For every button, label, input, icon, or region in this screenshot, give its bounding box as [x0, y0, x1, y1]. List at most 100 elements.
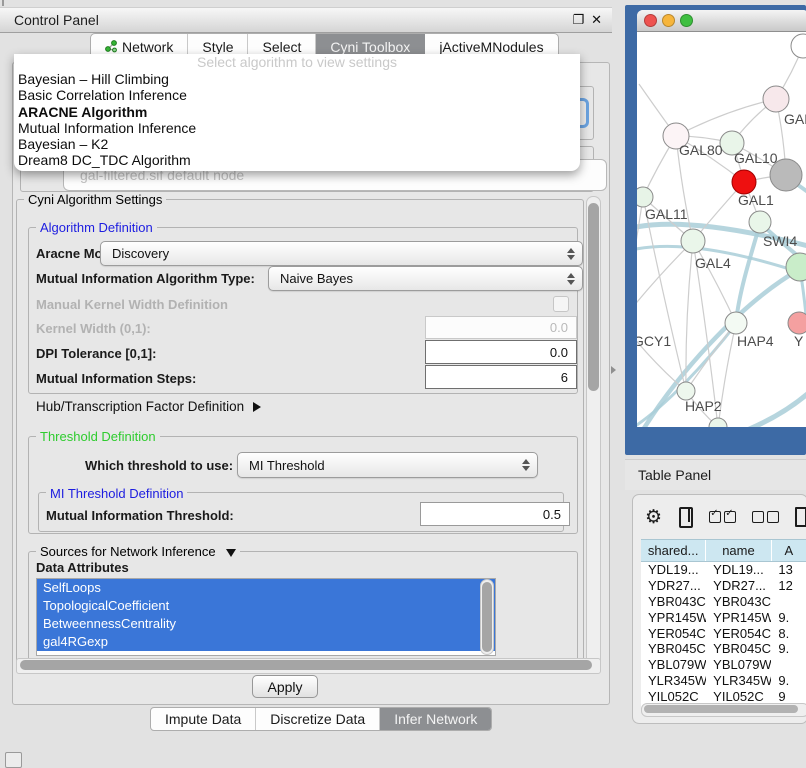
select-all-icon[interactable]: [709, 511, 736, 523]
dropdown-item-bayesian-k2[interactable]: Bayesian – K2: [14, 136, 580, 152]
column-header-name[interactable]: name: [706, 540, 771, 561]
columns-icon[interactable]: [679, 507, 693, 528]
network-node-gal4[interactable]: [681, 229, 705, 253]
column-header-a[interactable]: A: [772, 540, 806, 561]
sources-title[interactable]: Sources for Network Inference: [36, 544, 240, 559]
network-node-gal11[interactable]: [637, 187, 653, 207]
table-cell: YBL079W: [641, 657, 706, 672]
which-threshold-label: Which threshold to use:: [85, 458, 233, 473]
tab-label: Select: [262, 39, 301, 55]
mi-algorithm-type-label: Mutual Information Algorithm Type:: [36, 271, 255, 286]
manual-kernel-label: Manual Kernel Width Definition: [36, 297, 228, 312]
float-icon[interactable]: ❐: [572, 12, 584, 28]
scrollbar-thumb[interactable]: [20, 660, 592, 670]
dpi-tolerance-field[interactable]: 0.0: [425, 340, 577, 364]
network-node[interactable]: [791, 34, 806, 58]
mi-threshold-label: Mutual Information Threshold:: [46, 508, 234, 523]
network-node-gal1[interactable]: [732, 170, 756, 194]
expand-right-icon: [253, 402, 261, 412]
stepper-icon: [567, 248, 575, 260]
column-header-shared-[interactable]: shared...: [641, 540, 706, 561]
table-cell: 9.: [771, 641, 806, 656]
table-panel-window: ⚙ shared...nameA YDL19...YDL19...13YDR27…: [632, 494, 806, 724]
table-cell: YBR045C: [706, 641, 771, 656]
tab-discretize-data[interactable]: Discretize Data: [256, 708, 380, 730]
dropdown-item-bayesian-hill-climbing[interactable]: Bayesian – Hill Climbing: [14, 71, 580, 87]
table-row[interactable]: YDL19...YDL19...13: [641, 562, 806, 578]
attribute-item-betweennesscentrality[interactable]: BetweennessCentrality: [37, 615, 495, 633]
dropdown-item-mutual-information-inference[interactable]: Mutual Information Inference: [14, 120, 580, 136]
algorithm-dropdown-popup: Select algorithm to view settings Bayesi…: [14, 54, 580, 171]
collapse-down-icon: [226, 549, 236, 557]
hub-definition-toggle[interactable]: Hub/Transcription Factor Definition: [36, 399, 261, 414]
table-row[interactable]: YLR345WYLR345W9.: [641, 673, 806, 689]
attribute-item-topologicalcoefficient[interactable]: TopologicalCoefficient: [37, 597, 495, 615]
panel-divider-handle[interactable]: [611, 366, 616, 374]
table-row[interactable]: YER054CYER054C8.: [641, 625, 806, 641]
table-cell: YDL19...: [641, 562, 706, 577]
network-window[interactable]: GALGAL80GAL10GAL1GAL11SWI4GAL4GCY1HAP4YH…: [637, 10, 806, 427]
tab-impute-data[interactable]: Impute Data: [151, 708, 256, 730]
mac-minimize-icon[interactable]: [662, 14, 675, 27]
mi-threshold-value: 0.5: [543, 507, 561, 522]
tab-infer-network[interactable]: Infer Network: [380, 708, 491, 730]
dropdown-placeholder: Select algorithm to view settings: [14, 54, 580, 71]
mac-close-icon[interactable]: [644, 14, 657, 27]
network-node-label: GAL11: [645, 206, 688, 222]
table-row[interactable]: YIL052CYIL052C9: [641, 688, 806, 704]
scrollbar-thumb[interactable]: [482, 582, 492, 652]
network-node-swi4[interactable]: [749, 211, 771, 233]
deselect-all-icon[interactable]: [752, 511, 779, 523]
scrollbar-thumb[interactable]: [644, 705, 798, 713]
network-node-label: GAL80: [679, 142, 723, 158]
which-threshold-combo[interactable]: MI Threshold: [237, 452, 538, 478]
mi-steps-field[interactable]: 6: [425, 365, 577, 389]
table-horizontal-scrollbar[interactable]: [641, 703, 806, 717]
dropdown-item-basic-correlation-inference[interactable]: Basic Correlation Inference: [14, 87, 580, 103]
table-row[interactable]: YBL079WYBL079W: [641, 657, 806, 673]
mi-algorithm-type-combo[interactable]: Naive Bayes: [268, 266, 583, 291]
table-cell: YDL19...: [706, 562, 771, 577]
gear-icon[interactable]: ⚙: [645, 506, 662, 529]
network-canvas[interactable]: GALGAL80GAL10GAL1GAL11SWI4GAL4GCY1HAP4YH…: [637, 32, 806, 427]
table-cell: YDR27...: [641, 578, 706, 593]
threshold-definition-title: Threshold Definition: [36, 429, 160, 444]
kernel-width-value: 0.0: [550, 320, 568, 335]
cyni-algorithm-settings-title: Cyni Algorithm Settings: [24, 192, 166, 207]
network-node-gal[interactable]: [763, 86, 789, 112]
table-row[interactable]: YBR045CYBR045C9.: [641, 641, 806, 657]
attributes-scrollbar[interactable]: [480, 579, 494, 655]
manual-kernel-checkbox[interactable]: [553, 296, 569, 312]
network-node-y[interactable]: [788, 312, 806, 334]
mi-steps-value: 6: [561, 370, 568, 385]
kernel-width-label: Kernel Width (0,1):: [36, 321, 151, 336]
stepper-icon: [522, 459, 530, 471]
settings-horizontal-scrollbar[interactable]: [16, 658, 601, 674]
tab-label: Discretize Data: [270, 711, 365, 727]
close-icon[interactable]: ✕: [591, 12, 602, 28]
table-row[interactable]: YBR043CYBR043C: [641, 594, 806, 610]
table-row[interactable]: YPR145WYPR145W9.: [641, 609, 806, 625]
aracne-mode-combo[interactable]: Discovery: [100, 241, 583, 266]
dropdown-item-dream8-dc-tdc-algorithm[interactable]: Dream8 DC_TDC Algorithm: [14, 152, 580, 168]
dpi-tolerance-label: DPI Tolerance [0,1]:: [36, 346, 156, 361]
window-grip[interactable]: [5, 752, 22, 768]
data-attributes-list[interactable]: SelfLoopsTopologicalCoefficientBetweenne…: [36, 578, 496, 656]
settings-vertical-scrollbar[interactable]: [586, 196, 601, 674]
attribute-item-selfloops[interactable]: SelfLoops: [37, 579, 495, 597]
hub-definition-label: Hub/Transcription Factor Definition: [36, 399, 244, 414]
apply-button[interactable]: Apply: [252, 675, 318, 698]
network-node[interactable]: [709, 418, 727, 427]
tab-label: jActiveMNodules: [439, 39, 543, 55]
dropdown-item-aracne-algorithm[interactable]: ARACNE Algorithm: [14, 104, 580, 120]
mi-threshold-field[interactable]: 0.5: [420, 502, 570, 526]
mac-zoom-icon[interactable]: [680, 14, 693, 27]
network-node-label: GAL10: [734, 150, 778, 166]
scrollbar-thumb[interactable]: [588, 203, 599, 391]
attribute-item-gal4rgexp[interactable]: gal4RGexp: [37, 633, 495, 651]
export-table-icon[interactable]: [795, 507, 806, 527]
table-cell: YER054C: [641, 626, 706, 641]
edge-artifact: [2, 0, 4, 6]
network-node-hap4[interactable]: [725, 312, 747, 334]
table-row[interactable]: YDR27...YDR27...12: [641, 578, 806, 594]
